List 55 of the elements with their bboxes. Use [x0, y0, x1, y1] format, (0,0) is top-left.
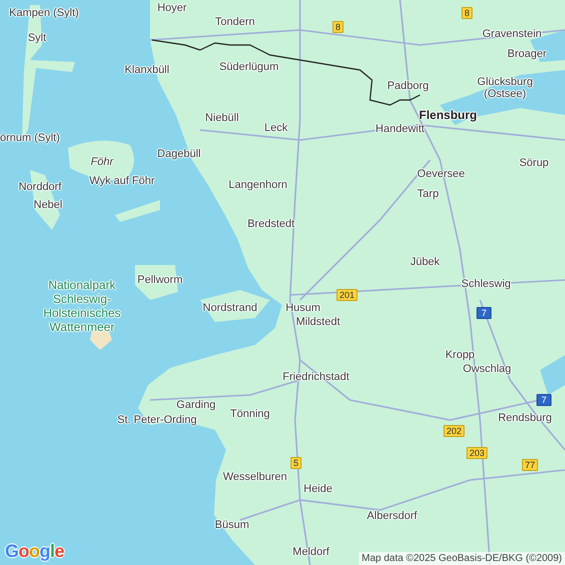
- place-label: Büsum: [214, 519, 250, 531]
- place-label: Friedrichstadt: [282, 371, 350, 383]
- road-shield: 8: [332, 21, 344, 33]
- place-label: Gravenstein: [482, 28, 542, 40]
- island-label: Föhr: [90, 156, 114, 168]
- place-label: Broager: [507, 48, 547, 60]
- road-shield: 8: [462, 7, 472, 19]
- place-label: Jübek: [410, 256, 440, 268]
- place-label: Leck: [264, 122, 288, 134]
- place-label: St. Peter-Ording: [117, 414, 197, 426]
- place-label: Glücksburg (Ostsee): [476, 76, 534, 100]
- place-label: Niebüll: [205, 112, 239, 124]
- place-label: Norddorf: [18, 181, 62, 193]
- place-label: Mildstedt: [296, 316, 340, 328]
- place-label: Schleswig: [461, 278, 511, 290]
- place-label: Sörup: [519, 157, 549, 169]
- place-label: Owschlag: [462, 363, 512, 375]
- place-label: Meldorf: [292, 546, 330, 558]
- place-label: Bredstedt: [247, 218, 295, 230]
- place-label: Nebel: [34, 199, 62, 211]
- park-label: Nationalpark Schleswig-Holsteinisches Wattenmeer: [42, 278, 122, 334]
- place-label: Pellworm: [137, 274, 183, 286]
- place-label: Handewitt: [376, 123, 424, 135]
- place-label: Dagebüll: [157, 148, 201, 160]
- place-label: Wyk auf Föhr: [89, 175, 155, 187]
- road-shield: 203: [466, 447, 488, 459]
- place-label: Tarp: [417, 188, 439, 200]
- place-label: Kropp: [445, 349, 475, 361]
- road-shield: 77: [522, 459, 538, 471]
- place-label: Oeversee: [417, 168, 465, 180]
- place-label: Tönning: [230, 408, 270, 420]
- place-label: örnum (Sylt): [0, 132, 60, 144]
- place-label: Klanxbüll: [124, 64, 170, 76]
- road-shield: 7: [476, 307, 492, 319]
- google-logo[interactable]: Google: [5, 541, 64, 562]
- city-label: Flensburg: [419, 109, 477, 121]
- place-label: Garding: [176, 399, 216, 411]
- place-label: Husum: [286, 302, 320, 314]
- place-label: Heide: [304, 483, 332, 495]
- place-label: Hoyer: [157, 2, 187, 14]
- place-label: Süderlügum: [219, 61, 279, 73]
- place-label: Sylt: [28, 32, 46, 44]
- place-label: Rendsburg: [498, 412, 552, 424]
- road-shield: 201: [336, 289, 358, 301]
- place-label: Albersdorf: [366, 510, 418, 522]
- place-label: Langenhorn: [228, 179, 288, 191]
- place-label: Padborg: [387, 80, 429, 92]
- place-label: Nordstrand: [202, 302, 258, 314]
- map-attribution: Map data ©2025 GeoBasis-DE/BKG (©2009): [358, 552, 565, 565]
- place-label: Wesselburen: [223, 471, 287, 483]
- road-shield: 5: [290, 457, 302, 469]
- road-shield: 7: [536, 394, 552, 406]
- road-shield: 202: [443, 425, 465, 437]
- place-label: Kampen (Sylt): [9, 7, 79, 19]
- place-label: Tondern: [215, 16, 255, 28]
